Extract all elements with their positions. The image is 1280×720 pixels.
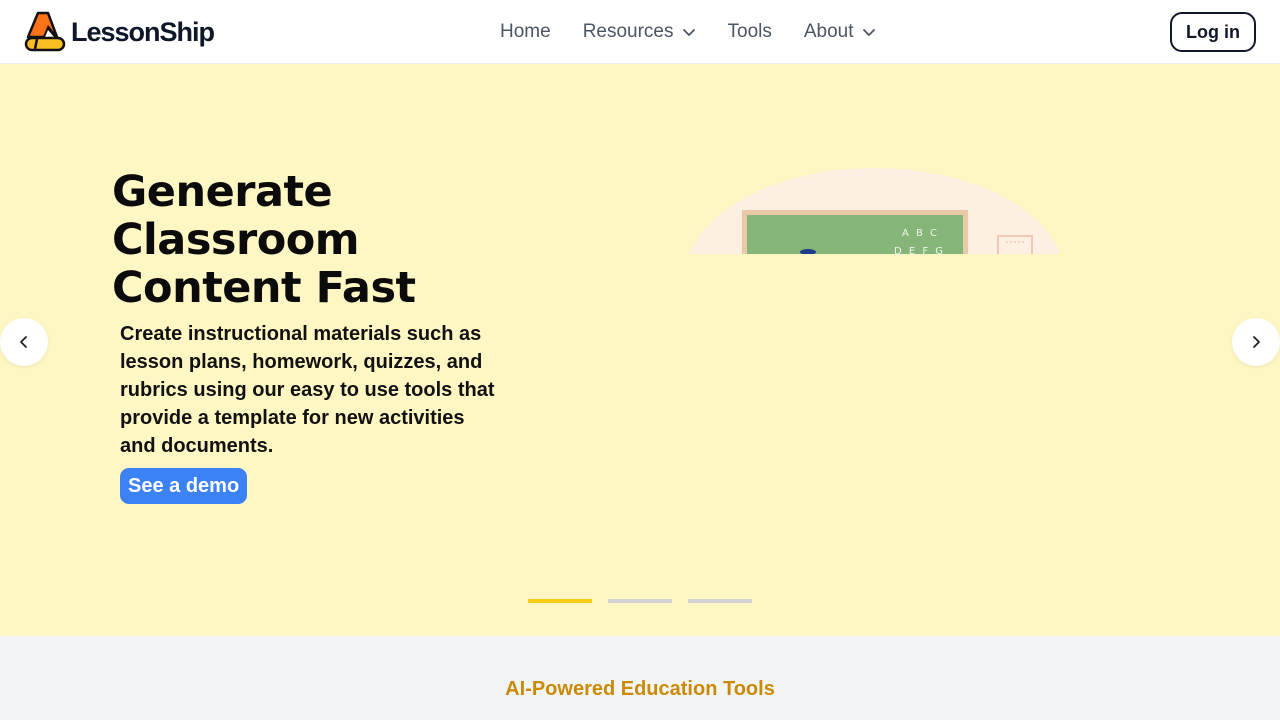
nav-home[interactable]: Home — [500, 21, 551, 43]
brand-name: LessonShip — [71, 16, 215, 47]
chevron-down-icon — [682, 29, 695, 36]
carousel-dot-3[interactable] — [688, 599, 752, 603]
nav-home-label: Home — [500, 21, 551, 42]
section-label: AI-Powered Education Tools — [505, 678, 775, 700]
nav-about-label: About — [803, 21, 854, 42]
chalkboard-illustration-icon: A B C D E F G — [689, 168, 1061, 254]
logo[interactable]: LessonShip — [24, 11, 215, 53]
carousel-dot-1[interactable] — [528, 599, 592, 603]
lessonship-logo-icon — [24, 11, 66, 52]
nav-resources[interactable]: Resources — [583, 21, 696, 43]
top-header: LessonShip Home Resources Tools About Lo… — [0, 0, 1280, 64]
main-nav: Home Resources Tools About — [500, 0, 876, 64]
chevron-down-icon — [862, 29, 875, 36]
hero-carousel: Generate Classroom Content Fast Create i… — [0, 64, 1280, 636]
see-demo-button[interactable]: See a demo — [120, 468, 248, 504]
carousel-prev-button[interactable] — [0, 318, 48, 366]
nav-tools-label: Tools — [727, 21, 772, 42]
chalkboard-scribble: D E F G — [894, 246, 945, 254]
chevron-right-icon — [1253, 336, 1260, 348]
nav-about[interactable]: About — [804, 21, 876, 43]
classroom-illustration: A B C D E F G — [680, 168, 1080, 254]
nav-resources-label: Resources — [582, 21, 674, 42]
hero-title: Generate Classroom Content Fast — [112, 167, 416, 313]
carousel-indicators — [528, 599, 752, 603]
login-button[interactable]: Log in — [1170, 12, 1256, 52]
chevron-left-icon — [20, 336, 27, 348]
carousel-dot-2[interactable] — [608, 599, 672, 603]
carousel-next-button[interactable] — [1232, 318, 1280, 366]
hero-description: Create instructional materials such as l… — [120, 323, 495, 457]
nav-tools[interactable]: Tools — [728, 21, 772, 43]
chalkboard-text: A B C — [902, 228, 939, 239]
